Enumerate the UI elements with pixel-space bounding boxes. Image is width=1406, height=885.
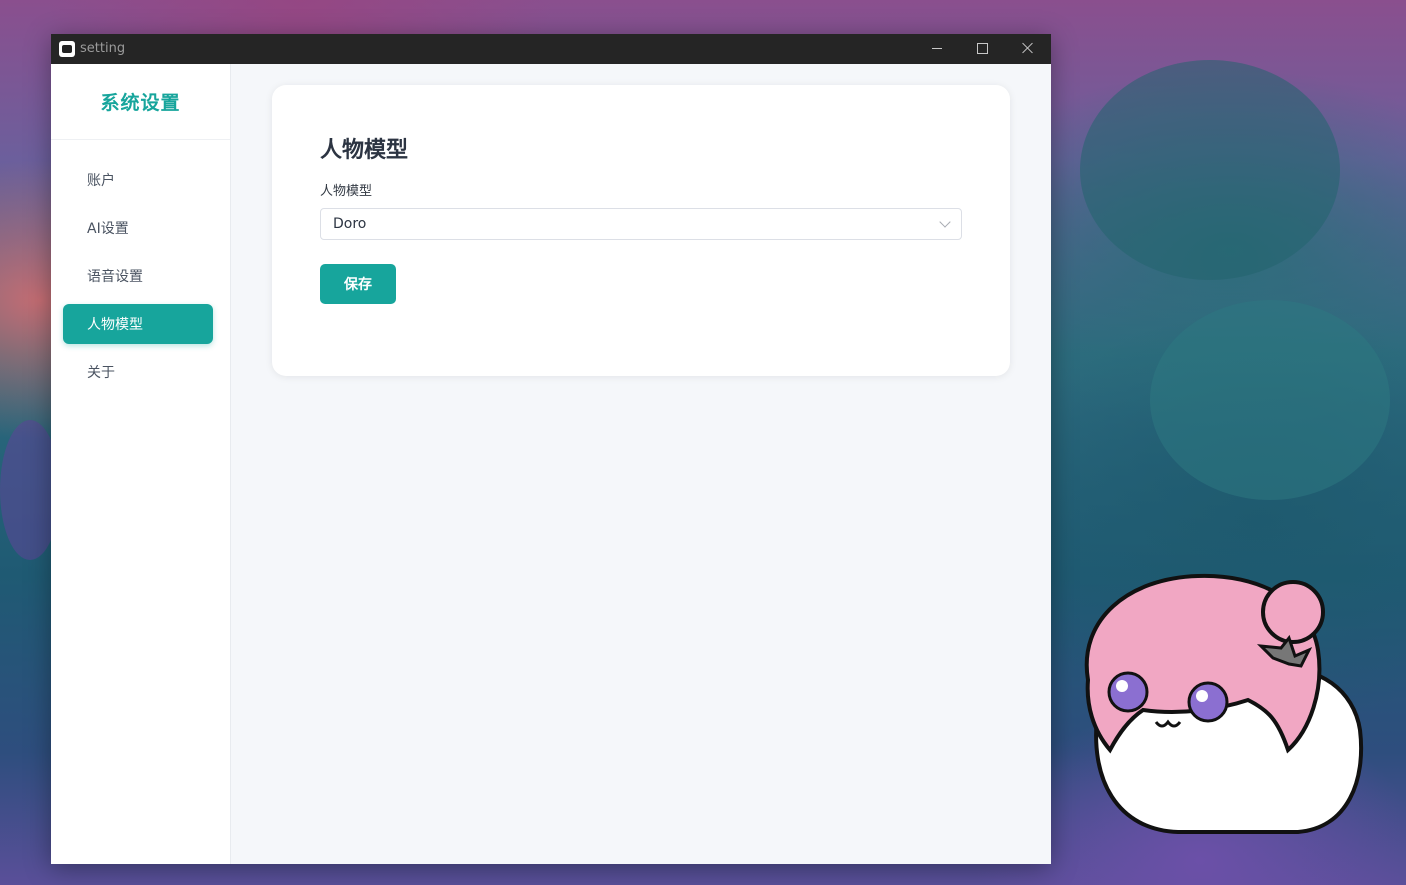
chevron-down-icon: [939, 216, 951, 228]
sidebar-item-label: 语音设置: [87, 269, 143, 285]
save-button[interactable]: 保存: [320, 264, 396, 304]
maximize-button[interactable]: [959, 34, 1005, 64]
sidebar-item-label: AI设置: [87, 221, 129, 237]
model-select[interactable]: Doro: [320, 208, 962, 240]
title-bar[interactable]: setting: [51, 34, 1051, 64]
mascot-eye-shine: [1196, 690, 1208, 702]
close-icon: [1022, 42, 1034, 54]
sidebar: 系统设置 账户 AI设置 语音设置 人物模型 关于: [51, 64, 231, 864]
close-button[interactable]: [1005, 34, 1051, 64]
sidebar-item-about[interactable]: 关于: [63, 352, 213, 392]
mascot-eye-shine: [1116, 680, 1128, 692]
sidebar-item-label: 关于: [87, 365, 115, 381]
minimize-icon: [932, 48, 942, 49]
sidebar-item-ai-settings[interactable]: AI设置: [63, 208, 213, 248]
settings-card: 人物模型 人物模型 Doro 保存: [272, 85, 1010, 376]
mascot-eye-right: [1187, 681, 1229, 723]
sidebar-item-character-model[interactable]: 人物模型: [63, 304, 213, 344]
sidebar-item-label: 人物模型: [87, 317, 143, 333]
wallpaper-foliage: [1080, 60, 1340, 280]
main-content: 人物模型 人物模型 Doro 保存: [231, 64, 1051, 864]
mascot-eye-left: [1107, 671, 1149, 713]
app-icon: [59, 41, 75, 57]
model-field-label: 人物模型: [320, 184, 373, 199]
sidebar-item-label: 账户: [87, 173, 115, 189]
page-title: 人物模型: [320, 138, 409, 163]
wallpaper-foliage: [1150, 300, 1390, 500]
minimize-button[interactable]: [914, 34, 960, 64]
settings-window: setting 系统设置 账户 AI设置 语音设置 人物模型 关于 人物模型 人…: [51, 34, 1051, 864]
sidebar-title: 系统设置: [100, 92, 181, 114]
model-select-value: Doro: [333, 216, 367, 232]
maximize-icon: [977, 43, 988, 54]
sidebar-item-voice-settings[interactable]: 语音设置: [63, 256, 213, 296]
window-title: setting: [80, 41, 126, 56]
sidebar-item-account[interactable]: 账户: [63, 160, 213, 200]
mascot-hair-bun: [1261, 580, 1325, 644]
sidebar-header: 系统设置: [51, 64, 230, 140]
sidebar-nav: 账户 AI设置 语音设置 人物模型 关于: [51, 140, 230, 392]
mascot-character[interactable]: [1048, 570, 1368, 850]
